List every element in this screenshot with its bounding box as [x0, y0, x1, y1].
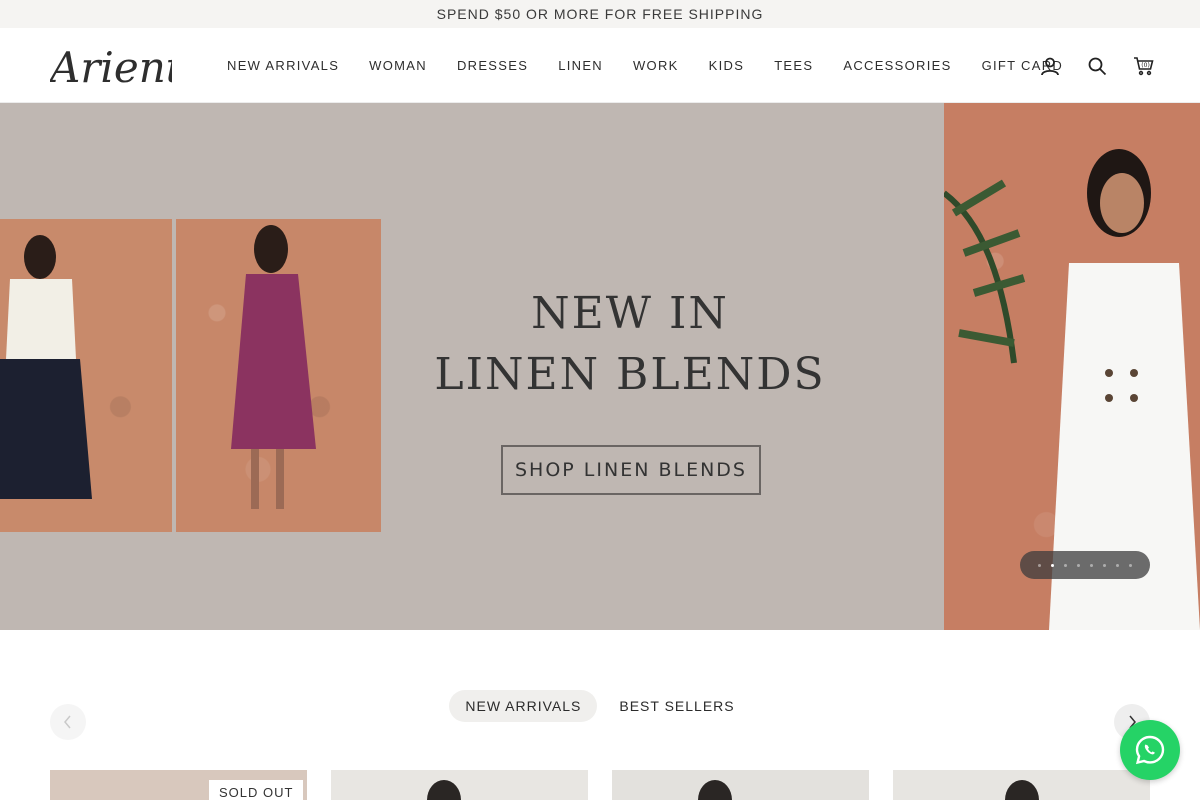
chevron-left-icon	[64, 715, 71, 729]
product-image	[1005, 780, 1039, 800]
hero-photo-left-2	[176, 219, 381, 532]
slide-dot[interactable]	[1077, 563, 1080, 567]
nav-item-linen[interactable]: LINEN	[543, 58, 618, 73]
announcement-text: SPEND $50 OR MORE FOR FREE SHIPPING	[436, 6, 764, 22]
collection-tabs: NEW ARRIVALS BEST SELLERS	[0, 690, 1200, 722]
search-icon[interactable]	[1085, 54, 1108, 77]
whatsapp-chat-button[interactable]	[1120, 720, 1180, 780]
announcement-bar: SPEND $50 OR MORE FOR FREE SHIPPING	[0, 0, 1200, 28]
cart-count: (0)	[1141, 62, 1150, 69]
tab-best-sellers[interactable]: BEST SELLERS	[603, 690, 750, 722]
site-header: Arienti NEW ARRIVALS WOMAN DRESSES LINEN…	[0, 28, 1200, 103]
main-nav: NEW ARRIVALS WOMAN DRESSES LINEN WORK KI…	[212, 28, 1078, 103]
nav-item-accessories[interactable]: ACCESSORIES	[828, 58, 966, 73]
hero-title-line-2: LINEN BLENDS	[434, 349, 826, 400]
nav-item-kids[interactable]: KIDS	[694, 58, 760, 73]
slide-dot[interactable]	[1038, 563, 1041, 567]
slide-dot[interactable]	[1090, 563, 1093, 567]
product-image	[427, 780, 461, 800]
product-card[interactable]	[331, 770, 588, 800]
hero-title-line-1: NEW IN	[531, 288, 729, 339]
account-icon[interactable]	[1038, 54, 1061, 77]
slide-dot[interactable]	[1064, 563, 1067, 567]
brand-logo[interactable]: Arienti	[46, 38, 196, 92]
product-card[interactable]	[612, 770, 869, 800]
shop-linen-blends-button[interactable]: SHOP LINEN BLENDS	[501, 445, 761, 495]
product-card[interactable]	[893, 770, 1150, 800]
cart-icon[interactable]: (0)	[1132, 54, 1155, 77]
whatsapp-icon	[1135, 735, 1165, 765]
slide-dot[interactable]	[1116, 563, 1119, 567]
slide-pagination	[1020, 551, 1150, 579]
nav-item-woman[interactable]: WOMAN	[354, 58, 442, 73]
nav-item-dresses[interactable]: DRESSES	[442, 58, 543, 73]
nav-item-work[interactable]: WORK	[618, 58, 694, 73]
hero-photo-left-1	[0, 219, 172, 532]
product-image	[698, 780, 732, 800]
slide-dot[interactable]	[1051, 563, 1054, 567]
nav-item-new-arrivals[interactable]: NEW ARRIVALS	[212, 58, 354, 73]
logo-text: Arienti	[50, 43, 172, 92]
product-card[interactable]: SOLD OUT	[50, 770, 307, 800]
header-icons: (0)	[1038, 28, 1155, 103]
slide-dot[interactable]	[1129, 563, 1132, 567]
sold-out-badge: SOLD OUT	[209, 780, 304, 800]
hero-banner[interactable]: NEW IN LINEN BLENDS SHOP LINEN BLENDS	[0, 103, 1200, 630]
hero-title: NEW IN LINEN BLENDS	[420, 283, 840, 405]
slide-dot[interactable]	[1103, 563, 1106, 567]
tab-new-arrivals[interactable]: NEW ARRIVALS	[449, 690, 598, 722]
nav-item-tees[interactable]: TEES	[759, 58, 828, 73]
carousel-prev-button[interactable]	[50, 704, 86, 740]
